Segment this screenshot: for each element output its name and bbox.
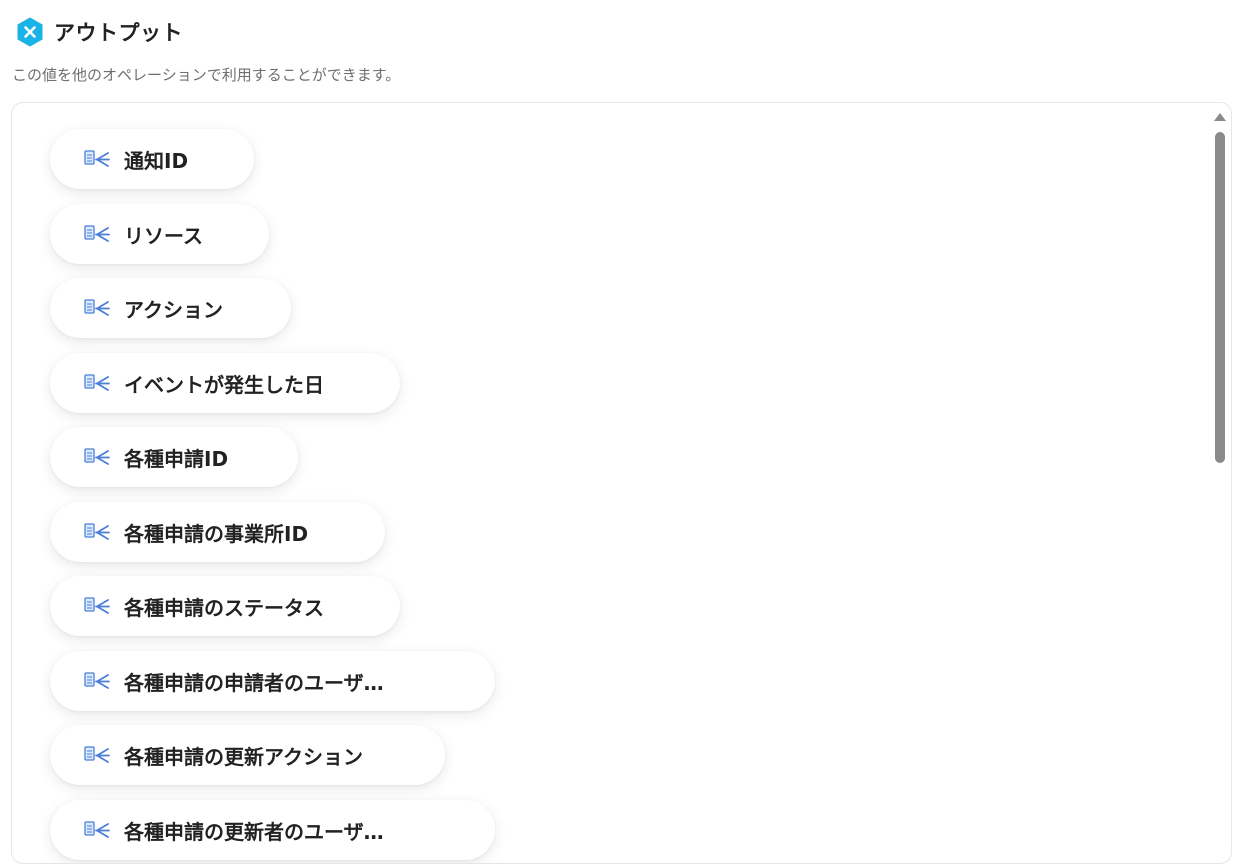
- output-chip[interactable]: 通知ID: [50, 129, 254, 189]
- output-chip[interactable]: アクション: [50, 278, 291, 338]
- variable-chip-icon: [84, 150, 110, 167]
- variable-chip-icon: [84, 448, 110, 465]
- scrollbar[interactable]: [1210, 110, 1230, 838]
- output-chip-label: 通知ID: [124, 148, 189, 173]
- section-header: アウトプット: [14, 16, 183, 48]
- output-chip[interactable]: 各種申請の申請者のユーザ…: [50, 651, 495, 711]
- output-chip[interactable]: リソース: [50, 204, 269, 264]
- output-chip[interactable]: 各種申請ID: [50, 427, 298, 487]
- x-hexagon-icon: [17, 17, 43, 47]
- output-chip-label: アクション: [124, 297, 223, 322]
- page-title: アウトプット: [54, 21, 183, 45]
- output-chip[interactable]: 各種申請の更新者のユーザ…: [50, 800, 495, 860]
- output-chip[interactable]: 各種申請の事業所ID: [50, 502, 385, 562]
- output-chip-label: 各種申請の申請者のユーザ…: [124, 670, 384, 695]
- variable-chip-icon: [84, 523, 110, 540]
- output-chip-label: イベントが発生した日: [124, 372, 324, 397]
- variable-chip-icon: [84, 225, 110, 242]
- output-chip-label: 各種申請ID: [124, 446, 229, 471]
- output-chip-label: 各種申請の更新者のユーザ…: [124, 819, 384, 844]
- output-chip-label: 各種申請の事業所ID: [124, 521, 309, 546]
- variable-chip-icon: [84, 597, 110, 614]
- output-chip-label: リソース: [124, 223, 203, 248]
- output-chip[interactable]: イベントが発生した日: [50, 353, 400, 413]
- variable-chip-icon: [84, 746, 110, 763]
- output-chip[interactable]: 各種申請のステータス: [50, 576, 400, 636]
- scrollbar-thumb[interactable]: [1215, 132, 1225, 463]
- section-description: この値を他のオペレーションで利用することができます。: [12, 66, 401, 84]
- variable-chip-icon: [84, 672, 110, 689]
- scroll-up-arrow-icon[interactable]: [1214, 113, 1226, 121]
- variable-chip-icon: [84, 374, 110, 391]
- output-list-panel: 通知ID リソース アクション イベントが発生した日 各種申請ID 各種申請の事…: [11, 102, 1232, 864]
- output-chip-label: 各種申請の更新アクション: [124, 744, 363, 769]
- output-chip-label: 各種申請のステータス: [124, 595, 324, 620]
- variable-chip-icon: [84, 299, 110, 316]
- output-chip[interactable]: 各種申請の更新アクション: [50, 725, 445, 785]
